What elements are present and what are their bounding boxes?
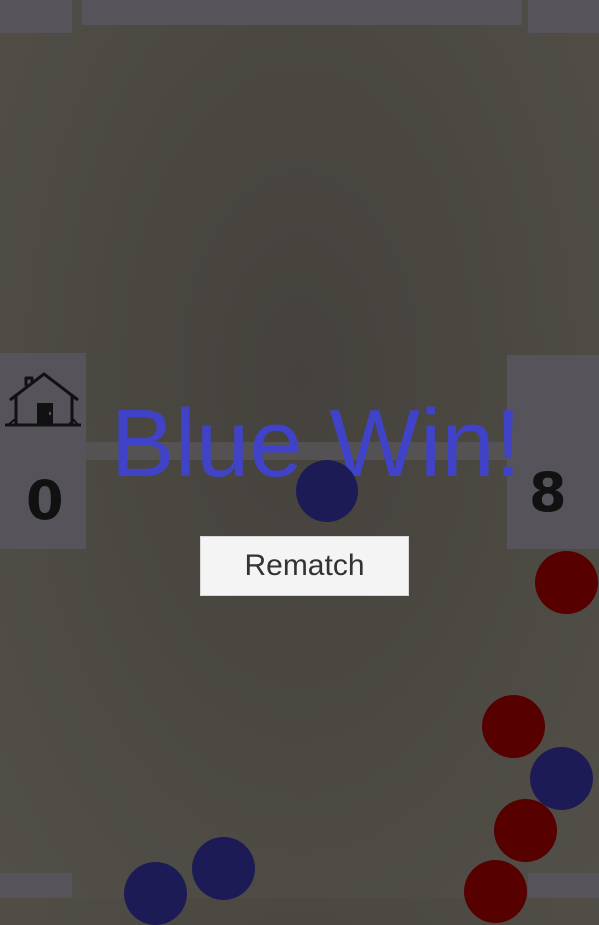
blue-ball [530,747,593,810]
blue-ball [296,460,358,522]
red-ball [482,695,545,758]
wall-bottom-left [0,873,72,898]
blue-ball [192,837,255,900]
red-ball [464,860,527,923]
blue-ball [124,862,187,925]
red-ball [494,799,557,862]
red-ball [535,551,598,614]
goal-top [82,0,522,25]
rematch-button[interactable]: Rematch [200,536,409,596]
wall-bottom-right [528,873,599,898]
wall-top-right [528,0,599,33]
wall-top-left [0,0,72,33]
